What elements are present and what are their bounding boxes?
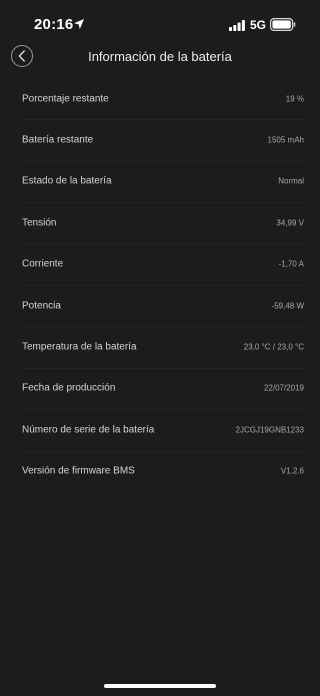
row-label: Número de serie de la batería — [22, 424, 155, 436]
row-label: Potencia — [22, 300, 61, 312]
row-label: Temperatura de la batería — [22, 341, 137, 353]
row-value: 23,0 °C / 23,0 °C — [243, 342, 304, 352]
row-value: 22/07/2019 — [263, 383, 304, 393]
row-value: 2JCGJ19GNB1233 — [235, 425, 304, 435]
home-indicator[interactable] — [104, 684, 216, 688]
info-row-temperature: Temperatura de la batería 23,0 °C / 23,0… — [0, 326, 320, 367]
page-title: Información de la batería — [88, 49, 232, 64]
info-row-serial-number: Número de serie de la batería 2JCGJ19GNB… — [0, 409, 320, 450]
row-label: Tensión — [22, 217, 57, 229]
row-value: -59,48 W — [271, 301, 304, 311]
row-value: V1.2.6 — [280, 466, 304, 476]
location-arrow-icon — [74, 19, 84, 29]
navigation-bar: Información de la batería — [0, 42, 320, 74]
info-row-remaining-percentage: Porcentaje restante 19 % — [0, 78, 320, 119]
row-label: Fecha de producción — [22, 382, 116, 394]
row-value: 1505 mAh — [267, 135, 304, 145]
network-type: 5G — [250, 18, 267, 32]
row-label: Corriente — [22, 258, 64, 270]
row-label: Versión de firmware BMS — [22, 465, 135, 477]
info-row-battery-status: Estado de la batería Normal — [0, 160, 320, 202]
battery-info-list: Porcentaje restante 19 % Batería restant… — [0, 78, 320, 492]
status-time: 20:16 — [34, 16, 74, 33]
info-row-production-date: Fecha de producción 22/07/2019 — [0, 367, 320, 409]
row-label: Estado de la batería — [22, 175, 112, 187]
info-row-firmware-version: Versión de firmware BMS V1.2.6 — [0, 450, 320, 492]
row-value: 19 % — [285, 94, 304, 104]
row-value: 34,99 V — [276, 218, 304, 228]
info-row-remaining-capacity: Batería restante 1505 mAh — [0, 119, 320, 160]
row-label: Batería restante — [22, 134, 94, 146]
info-row-current: Corriente -1,70 A — [0, 243, 320, 285]
row-label: Porcentaje restante — [22, 93, 109, 105]
info-row-power: Potencia -59,48 W — [0, 284, 320, 326]
status-bar: 20:16 5G — [0, 0, 320, 46]
info-row-voltage: Tensión 34,99 V — [0, 202, 320, 243]
row-value: -1,70 A — [278, 259, 304, 269]
battery-icon — [270, 18, 296, 31]
row-value: Normal — [278, 176, 304, 186]
cellular-signal-icon — [229, 20, 245, 31]
